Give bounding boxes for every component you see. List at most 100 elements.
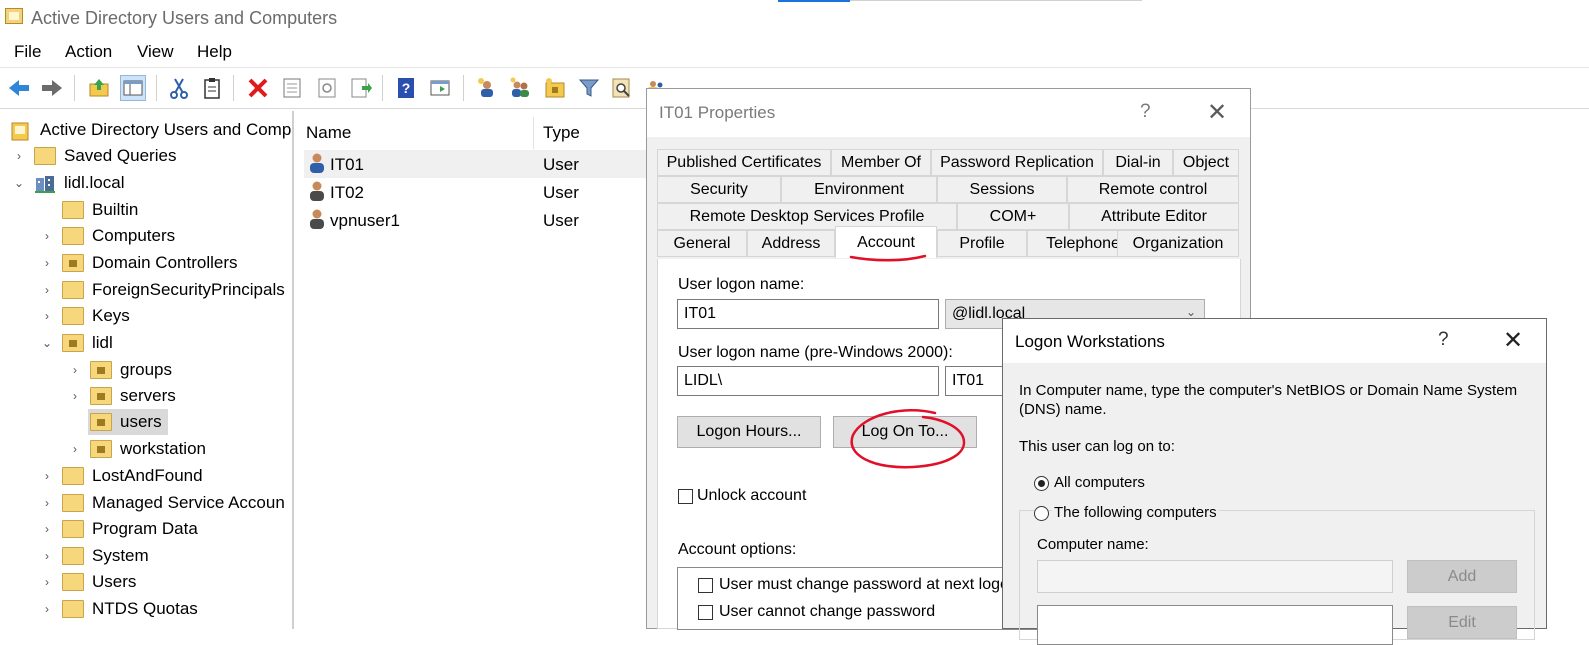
tree-item-builtin[interactable]: Builtin [62, 197, 138, 223]
forward-arrow-icon[interactable] [39, 75, 65, 101]
menu-file[interactable]: File [14, 42, 41, 62]
refresh-icon[interactable] [314, 75, 340, 101]
clipboard-icon[interactable] [199, 75, 225, 101]
console-tree-icon[interactable] [120, 75, 146, 101]
tab-organization[interactable]: Organization [1117, 230, 1239, 257]
tree-item-ntds-quotas[interactable]: › NTDS Quotas [40, 596, 198, 622]
chevron-right-icon[interactable]: › [40, 469, 54, 483]
new-user-icon[interactable] [474, 75, 500, 101]
chevron-right-icon[interactable]: › [40, 602, 54, 616]
chevron-right-icon[interactable]: › [68, 442, 82, 456]
tree-item-lidl[interactable]: ⌄ lidl [40, 330, 113, 356]
tree-item-system[interactable]: › System [40, 543, 149, 569]
chevron-right-icon[interactable]: › [40, 575, 54, 589]
menu-view[interactable]: View [137, 42, 174, 62]
tab-password-replication[interactable]: Password Replication [931, 149, 1103, 176]
all-computers-radio[interactable] [1034, 476, 1049, 491]
tab-member-of[interactable]: Member Of [831, 149, 931, 176]
tab-address[interactable]: Address [747, 230, 835, 257]
domain-icon [34, 174, 56, 193]
list-item[interactable]: IT01 User [304, 150, 648, 178]
tab-dial-in[interactable]: Dial-in [1103, 149, 1173, 176]
cut-icon[interactable] [166, 75, 192, 101]
tab-com-plus[interactable]: COM+ [957, 203, 1069, 230]
tree-item-servers[interactable]: › servers [68, 383, 176, 409]
chevron-right-icon[interactable]: › [40, 496, 54, 510]
filter-icon[interactable] [576, 75, 602, 101]
tree-item-lost-and-found[interactable]: › LostAndFound [40, 463, 203, 489]
unlock-account-checkbox[interactable] [678, 489, 693, 504]
edit-button[interactable]: Edit [1407, 606, 1517, 639]
tab-sessions[interactable]: Sessions [937, 176, 1067, 203]
option-label: User cannot change password [719, 603, 936, 620]
new-group-icon[interactable] [508, 75, 534, 101]
add-button[interactable]: Add [1407, 560, 1517, 593]
ou-folder-icon [90, 440, 112, 458]
menu-bar: File Action View Help [0, 36, 1589, 68]
tree-root[interactable]: Active Directory Users and Comp [10, 117, 291, 143]
tree-item-label: Domain Controllers [92, 253, 238, 272]
chevron-right-icon[interactable]: › [12, 149, 26, 163]
tree-item-lidl-local[interactable]: ⌄ lidl.local [12, 170, 124, 196]
following-computers-radio[interactable] [1034, 506, 1049, 521]
chevron-right-icon[interactable]: › [40, 229, 54, 243]
list-item-type: User [543, 155, 579, 174]
chevron-right-icon[interactable]: › [68, 363, 82, 377]
chevron-right-icon[interactable]: › [68, 389, 82, 403]
tab-security[interactable]: Security [657, 176, 781, 203]
tree-item-users-ou[interactable]: users [88, 409, 168, 435]
tab-object[interactable]: Object [1173, 149, 1239, 176]
up-folder-icon[interactable] [86, 75, 112, 101]
tree-item-groups[interactable]: › groups [68, 357, 172, 383]
option-checkbox[interactable] [698, 605, 713, 620]
user-logon-name-input[interactable]: IT01 [677, 299, 939, 329]
tab-attribute-editor[interactable]: Attribute Editor [1069, 203, 1239, 230]
find-icon[interactable] [609, 75, 635, 101]
list-item[interactable]: IT02 User [304, 178, 648, 206]
export-list-icon[interactable] [348, 75, 374, 101]
tab-published-certificates[interactable]: Published Certificates [657, 149, 831, 176]
tab-general[interactable]: General [657, 230, 747, 257]
help-button[interactable]: ? [1438, 329, 1449, 351]
tree-item-program-data[interactable]: › Program Data [40, 516, 198, 542]
tab-profile[interactable]: Profile [937, 230, 1027, 257]
tab-environment[interactable]: Environment [781, 176, 937, 203]
chevron-right-icon[interactable]: › [40, 283, 54, 297]
instructions-text: In Computer name, type the computer's Ne… [1019, 382, 1518, 418]
option-label: User must change password at next logo [719, 576, 1009, 593]
column-header-name[interactable]: Name [306, 123, 351, 143]
close-button[interactable]: ✕ [1207, 101, 1227, 125]
chevron-right-icon[interactable]: › [40, 549, 54, 563]
tree-item-computers[interactable]: › Computers [40, 223, 175, 249]
help-icon[interactable]: ? [393, 75, 419, 101]
ou-folder-icon [90, 413, 112, 431]
help-button[interactable]: ? [1140, 101, 1151, 123]
new-ou-icon[interactable] [542, 75, 568, 101]
tree-item-workstation[interactable]: › workstation [68, 436, 206, 462]
tree-item-saved-queries[interactable]: › Saved Queries [12, 143, 176, 169]
delete-icon[interactable] [245, 75, 271, 101]
action-pane-icon[interactable] [427, 75, 453, 101]
back-arrow-icon[interactable] [6, 75, 32, 101]
chevron-right-icon[interactable]: › [40, 256, 54, 270]
chevron-right-icon[interactable]: › [40, 309, 54, 323]
logon-hours-button[interactable]: Logon Hours... [677, 416, 821, 448]
tree-item-managed-service-accounts[interactable]: › Managed Service Accoun [40, 490, 285, 516]
column-header-type[interactable]: Type [543, 123, 580, 143]
tree-item-keys[interactable]: › Keys [40, 303, 130, 329]
chevron-right-icon[interactable]: › [40, 522, 54, 536]
list-item[interactable]: vpnuser1 User [304, 206, 648, 234]
menu-help[interactable]: Help [197, 42, 232, 62]
tree-item-domain-controllers[interactable]: › Domain Controllers [40, 250, 238, 276]
chevron-down-icon[interactable]: ⌄ [40, 336, 54, 350]
chevron-down-icon[interactable]: ⌄ [12, 176, 26, 190]
menu-action[interactable]: Action [65, 42, 112, 62]
properties-icon[interactable] [279, 75, 305, 101]
option-checkbox[interactable] [698, 578, 713, 593]
tree-item-users-container[interactable]: › Users [40, 569, 136, 595]
all-computers-label: All computers [1054, 474, 1145, 491]
tab-remote-control[interactable]: Remote control [1067, 176, 1239, 203]
close-button[interactable]: ✕ [1503, 329, 1523, 353]
tree-item-foreign-security-principals[interactable]: › ForeignSecurityPrincipals [40, 277, 285, 303]
title-bar: Active Directory Users and Computers [0, 0, 1589, 36]
